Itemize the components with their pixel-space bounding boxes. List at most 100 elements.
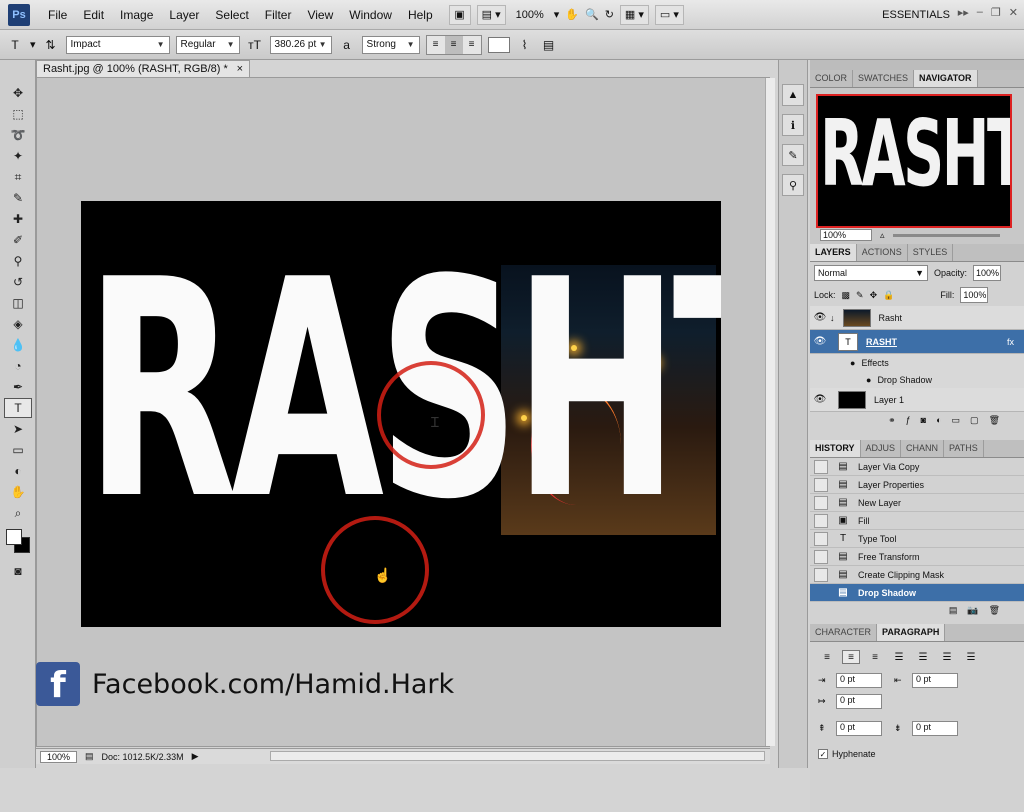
tab-paragraph[interactable]: PARAGRAPH: [877, 624, 946, 641]
history-item[interactable]: ▤ Layer Properties: [810, 476, 1024, 494]
lock-all-icon[interactable]: 🔒: [883, 290, 894, 301]
history-item-selected[interactable]: ▤ Drop Shadow: [810, 584, 1024, 602]
lock-paint-icon[interactable]: ✎: [856, 290, 864, 301]
eye-icon[interactable]: 👁: [810, 312, 830, 323]
font-family-select[interactable]: Impact ▼: [65, 35, 170, 54]
paint-bucket-icon[interactable]: ◈: [4, 314, 32, 334]
crop-tool-icon[interactable]: ⌗: [4, 167, 32, 187]
brushes-icon[interactable]: ✎: [782, 144, 804, 166]
history-brush-source[interactable]: [814, 586, 828, 600]
align-right-icon[interactable]: ≡: [462, 35, 481, 54]
history-item[interactable]: ▣ Fill: [810, 512, 1024, 530]
eraser-icon[interactable]: ◫: [4, 293, 32, 313]
justify-all-icon[interactable]: ☰: [962, 650, 980, 664]
status-menu-arrow-icon[interactable]: ▶: [192, 751, 199, 762]
chevron-down-icon[interactable]: ▾: [30, 38, 36, 51]
space-before-field[interactable]: 0 pt: [836, 721, 882, 736]
history-brush-source[interactable]: [814, 513, 828, 528]
link-layers-icon[interactable]: ⚭: [888, 415, 896, 426]
history-item[interactable]: T Type Tool: [810, 530, 1024, 548]
color-swatches[interactable]: [4, 527, 34, 557]
warp-text-icon[interactable]: ⌇: [516, 36, 534, 54]
toggle-text-orientation-icon[interactable]: ⇅: [42, 36, 60, 54]
history-item[interactable]: ▤ Layer Via Copy: [810, 458, 1024, 476]
menu-edit[interactable]: Edit: [75, 0, 112, 30]
blend-mode-select[interactable]: Normal ▼: [814, 265, 928, 281]
indent-right-field[interactable]: 0 pt: [912, 673, 958, 688]
menu-filter[interactable]: Filter: [257, 0, 300, 30]
tab-color[interactable]: COLOR: [810, 70, 854, 87]
3d-rotate-icon[interactable]: ◐: [4, 461, 32, 481]
workspace-switcher[interactable]: ESSENTIALS: [882, 0, 950, 30]
align-right-icon[interactable]: ≡: [866, 650, 884, 664]
panel-collapse-bar[interactable]: [810, 60, 1024, 70]
lock-move-icon[interactable]: ✥: [870, 290, 878, 301]
clone-stamp-icon[interactable]: ⚲: [4, 251, 32, 271]
history-brush-source[interactable]: [814, 567, 828, 582]
navigator-preview[interactable]: RASHT: [816, 94, 1012, 228]
tab-layers[interactable]: LAYERS: [810, 244, 857, 261]
document-tab[interactable]: Rasht.jpg @ 100% (RASHT, RGB/8) * ×: [36, 60, 250, 78]
text-color-swatch[interactable]: [487, 36, 510, 53]
hand-tool-icon[interactable]: ✋: [565, 8, 579, 21]
magic-wand-icon[interactable]: ✦: [4, 146, 32, 166]
status-options-icon[interactable]: ▤: [85, 751, 94, 762]
workspace-dropdown-icon[interactable]: ▸▸: [958, 6, 969, 19]
view-extras-icon[interactable]: ▤ ▾: [476, 4, 506, 25]
zoom-field[interactable]: 100%: [40, 750, 78, 763]
fill-field[interactable]: 100%: [960, 287, 989, 303]
shape-tool-icon[interactable]: ▭: [4, 440, 32, 460]
foreground-color[interactable]: [6, 529, 22, 545]
justify-last-center-icon[interactable]: ☰: [914, 650, 932, 664]
menu-file[interactable]: File: [40, 0, 75, 30]
bridge-icon[interactable]: ▣: [448, 4, 471, 25]
align-left-icon[interactable]: ≡: [818, 650, 836, 664]
menu-select[interactable]: Select: [207, 0, 256, 30]
blur-tool-icon[interactable]: 💧: [4, 335, 32, 355]
lasso-tool-icon[interactable]: ➰: [4, 125, 32, 145]
tab-navigator[interactable]: NAVIGATOR: [914, 70, 978, 87]
zoom-tool-icon[interactable]: 🔍: [585, 8, 599, 21]
effects-row[interactable]: ● Effects: [810, 354, 1024, 371]
history-brush-source[interactable]: [814, 477, 828, 492]
history-item[interactable]: ▤ Free Transform: [810, 548, 1024, 566]
menu-view[interactable]: View: [299, 0, 341, 30]
history-brush-source[interactable]: [814, 495, 828, 510]
layer-name[interactable]: RASHT: [866, 337, 1007, 347]
tab-swatches[interactable]: SWATCHES: [853, 70, 915, 87]
tab-actions[interactable]: ACTIONS: [857, 244, 908, 261]
justify-last-left-icon[interactable]: ☰: [890, 650, 908, 664]
delete-state-icon[interactable]: 🗑: [989, 605, 1000, 616]
navigator-zoom-field[interactable]: 100%: [820, 229, 872, 241]
history-brush-source[interactable]: [814, 549, 828, 564]
history-item[interactable]: ▤ Create Clipping Mask: [810, 566, 1024, 584]
marquee-tool-icon[interactable]: ⬚: [4, 104, 32, 124]
history-brush-source[interactable]: [814, 531, 828, 546]
arrange-documents-icon[interactable]: ▦ ▾: [619, 4, 649, 25]
history-brush-source[interactable]: [814, 459, 828, 474]
opacity-field[interactable]: 100%: [973, 265, 1002, 281]
rotate-view-icon[interactable]: ↻: [605, 8, 614, 21]
close-icon[interactable]: ✕: [1009, 6, 1018, 19]
first-line-indent-field[interactable]: 0 pt: [836, 694, 882, 709]
histogram-icon[interactable]: ▲: [782, 84, 804, 106]
restore-icon[interactable]: ❐: [991, 6, 1001, 19]
type-tool-icon[interactable]: T: [4, 398, 32, 418]
zoom-level-select[interactable]: 100%: [512, 9, 548, 21]
menu-help[interactable]: Help: [400, 0, 441, 30]
brush-tool-icon[interactable]: ✐: [4, 230, 32, 250]
add-mask-icon[interactable]: ◙: [921, 415, 926, 425]
zoom-out-icon[interactable]: ▵: [880, 230, 885, 241]
minimize-icon[interactable]: –: [977, 6, 983, 19]
zoom-tool-icon[interactable]: ⌕: [4, 503, 32, 523]
eye-icon[interactable]: ●: [850, 358, 855, 368]
font-size-field[interactable]: 380.26 pt ▼: [269, 35, 332, 54]
navigator-zoom-slider[interactable]: [892, 233, 1000, 237]
layer-row-rasht-text[interactable]: 👁 T RASHT fx: [810, 330, 1024, 354]
new-document-from-state-icon[interactable]: ▤: [949, 605, 958, 616]
lock-transparent-icon[interactable]: ▩: [842, 290, 851, 301]
tab-channels[interactable]: CHANN: [901, 440, 945, 457]
adjustment-layer-icon[interactable]: ◐: [936, 415, 941, 425]
layer-row-layer-1[interactable]: 👁 Layer 1: [810, 388, 1024, 412]
tab-adjustments[interactable]: ADJUS: [861, 440, 902, 457]
